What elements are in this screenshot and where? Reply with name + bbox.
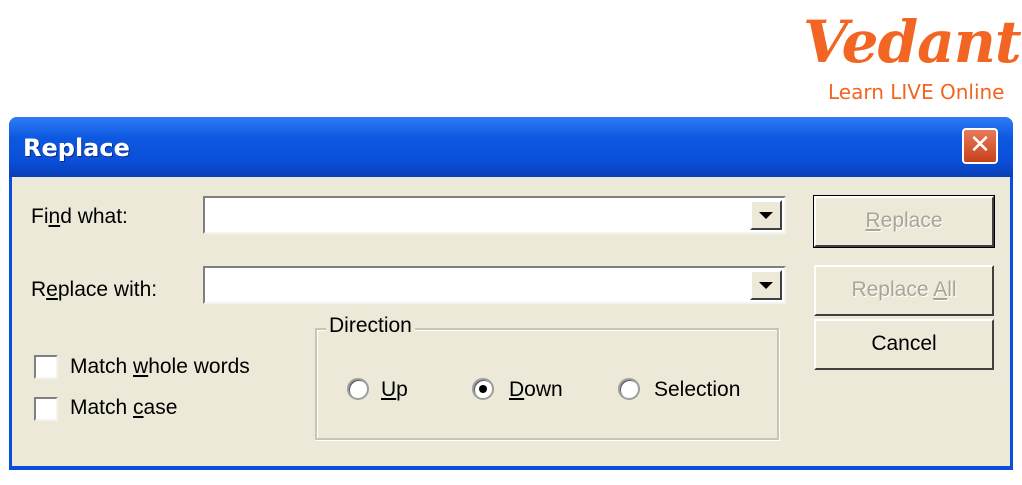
title-bar[interactable]: Replace ✕ <box>9 117 1013 177</box>
cancel-button[interactable]: Cancel <box>814 319 994 370</box>
replace-with-label: Replace with: <box>31 278 158 301</box>
close-icon: ✕ <box>969 130 991 160</box>
replace-with-combobox[interactable] <box>203 266 786 304</box>
vedantu-logo: Vedantu Learn LIVE Online <box>803 8 1022 106</box>
chevron-down-icon <box>759 211 773 219</box>
logo-wordmark: Vedantu <box>803 8 1022 76</box>
direction-selection-label[interactable]: Selection <box>654 378 740 402</box>
replace-dialog: Replace ✕ Find what: Replace with: Match… <box>9 117 1013 470</box>
match-whole-words-label[interactable]: Match whole words <box>70 355 250 379</box>
dialog-body: Find what: Replace with: Match whole wor… <box>12 177 1010 466</box>
direction-down-label[interactable]: Down <box>509 378 563 402</box>
replace-all-button[interactable]: Replace All <box>814 265 994 316</box>
find-what-input[interactable] <box>207 200 746 230</box>
chevron-down-icon <box>759 281 773 289</box>
match-case-label[interactable]: Match case <box>70 396 177 420</box>
match-whole-words-checkbox[interactable] <box>34 355 58 379</box>
direction-up-radio[interactable] <box>347 378 369 400</box>
direction-up-label[interactable]: Up <box>381 378 408 402</box>
logo-tagline: Learn LIVE Online <box>828 80 1005 104</box>
dialog-title: Replace <box>23 134 130 162</box>
direction-selection-radio[interactable] <box>618 378 640 400</box>
direction-down-radio[interactable] <box>472 378 494 400</box>
find-what-combobox[interactable] <box>203 196 786 234</box>
find-what-label: Find what: <box>31 205 128 228</box>
radio-selected-dot <box>479 385 487 393</box>
direction-legend: Direction <box>326 314 415 338</box>
replace-button[interactable]: Replace <box>813 195 995 248</box>
match-case-checkbox[interactable] <box>34 397 58 421</box>
replace-with-input[interactable] <box>207 270 746 300</box>
find-what-dropdown-button[interactable] <box>750 200 782 230</box>
close-button[interactable]: ✕ <box>962 128 998 164</box>
replace-with-dropdown-button[interactable] <box>750 270 782 300</box>
